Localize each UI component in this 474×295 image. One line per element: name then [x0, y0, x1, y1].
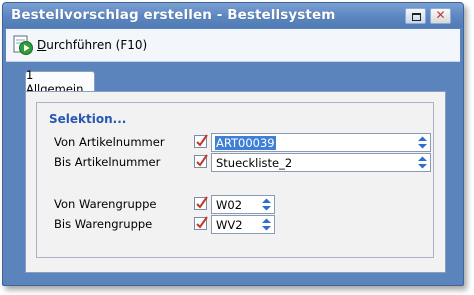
from-group-spinner-icon[interactable]	[260, 197, 273, 212]
selection-group: Selektion... Von Artikelnummer ART00039 …	[36, 102, 434, 258]
from-group-checkbox[interactable]	[194, 196, 208, 210]
check-icon	[196, 196, 208, 209]
window-title: Bestellvorschlag erstellen - Bestellsyst…	[11, 7, 336, 23]
to-group-label: Bis Warengruppe	[54, 217, 153, 231]
close-button[interactable]: ✕	[430, 8, 451, 24]
group-title: Selektion...	[49, 112, 127, 126]
close-icon: ✕	[435, 8, 446, 22]
from-article-label: Von Artikelnummer	[54, 135, 165, 149]
title-bar[interactable]: Bestellvorschlag erstellen - Bestellsyst…	[3, 3, 463, 28]
from-group-input[interactable]: W02	[211, 195, 275, 214]
to-group-spinner-icon[interactable]	[260, 217, 273, 232]
execute-button[interactable]: Durchführen (F10)	[12, 34, 147, 56]
toolbar: Durchführen (F10)	[6, 29, 460, 62]
to-group-checkbox[interactable]	[194, 216, 208, 230]
from-article-checkbox[interactable]	[194, 134, 208, 148]
to-article-input[interactable]: Stueckliste_2	[211, 153, 431, 172]
execute-button-label: Durchführen (F10)	[37, 38, 148, 52]
client-area: 1 Allgemein Selektion... Von Artikelnumm…	[6, 62, 460, 282]
from-group-label: Von Warengruppe	[54, 197, 157, 211]
from-group-value: W02	[216, 198, 243, 212]
to-group-input[interactable]: WV2	[211, 215, 275, 234]
restore-icon	[412, 13, 421, 21]
from-article-value: ART00039	[215, 136, 276, 150]
tab-panel: Selektion... Von Artikelnummer ART00039 …	[25, 91, 446, 273]
to-article-spinner-icon[interactable]	[416, 155, 429, 170]
from-article-input[interactable]: ART00039	[211, 133, 431, 152]
check-icon	[196, 134, 208, 147]
from-article-spinner-icon[interactable]	[416, 135, 429, 150]
check-icon	[196, 154, 208, 167]
to-article-label: Bis Artikelnummer	[54, 155, 161, 169]
play-document-icon	[13, 35, 33, 55]
to-article-checkbox[interactable]	[194, 154, 208, 168]
tab-allgemein[interactable]: 1 Allgemein	[25, 68, 95, 96]
to-group-value: WV2	[216, 218, 243, 232]
to-article-value: Stueckliste_2	[216, 156, 293, 170]
check-icon	[196, 216, 208, 229]
restore-button[interactable]	[405, 8, 426, 24]
dialog-window: Bestellvorschlag erstellen - Bestellsyst…	[2, 2, 464, 286]
